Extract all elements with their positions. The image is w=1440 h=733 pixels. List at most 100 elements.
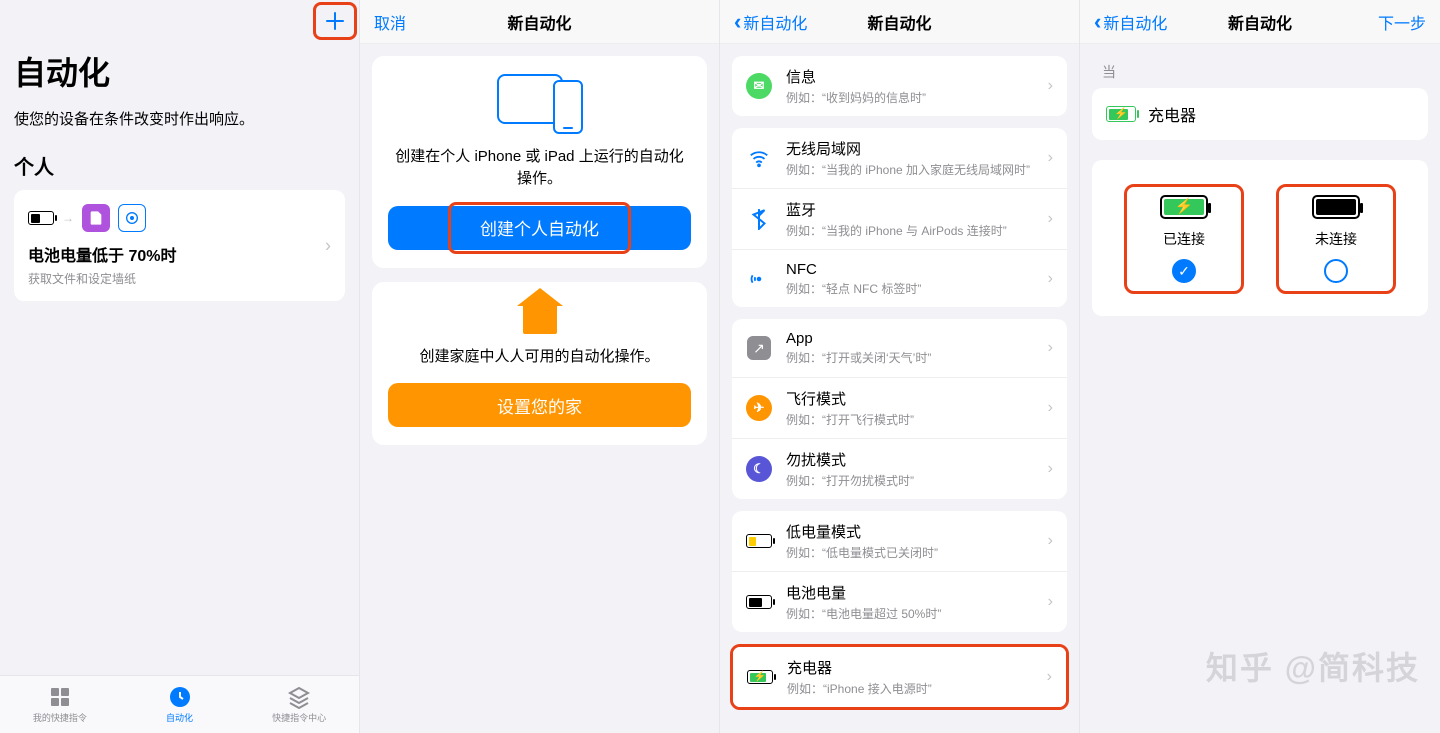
clock-icon	[168, 685, 192, 709]
tab-automation[interactable]: 自动化	[120, 676, 240, 733]
app-icon: ↗	[747, 336, 771, 360]
add-automation-button[interactable]	[317, 6, 353, 36]
setup-home-button[interactable]: 设置您的家	[388, 383, 691, 427]
row-sub: 例如：“当我的 iPhone 加入家庭无线局域网时”	[786, 161, 1048, 178]
row-title: 飞行模式	[786, 388, 1048, 409]
tab-bar: 我的快捷指令 自动化 快捷指令中心	[0, 675, 359, 733]
highlight-charger: ⚡ 充电器例如：“iPhone 接入电源时” ›	[730, 644, 1069, 710]
files-icon	[82, 204, 110, 232]
row-sub: 例如：“打开勿扰模式时”	[786, 472, 1048, 489]
page-title: 自动化	[14, 48, 345, 94]
wifi-icon	[746, 145, 772, 171]
trigger-bluetooth[interactable]: 蓝牙例如：“当我的 iPhone 与 AirPods 连接时” ›	[732, 188, 1067, 249]
row-title: NFC	[786, 261, 1048, 278]
chevron-left-icon: ‹	[1094, 11, 1101, 33]
tab-shortcuts[interactable]: 我的快捷指令	[0, 676, 120, 733]
trigger-battery-level[interactable]: 电池电量例如：“电池电量超过 50%时” ›	[732, 571, 1067, 632]
nav-title: 新自动化	[867, 10, 931, 34]
trigger-label: 充电器	[1148, 102, 1196, 126]
trigger-dnd[interactable]: ☾ 勿扰模式例如：“打开勿扰模式时” ›	[732, 438, 1067, 499]
create-personal-button[interactable]: 创建个人自动化	[388, 206, 691, 250]
nav-bar: ‹新自动化 新自动化 下一步	[1080, 0, 1440, 44]
row-sub: 例如：“iPhone 接入电源时”	[787, 680, 1047, 697]
row-sub: 例如：“低电量模式已关闭时”	[786, 544, 1048, 561]
nav-title: 新自动化	[507, 10, 571, 34]
trigger-group-connectivity: 无线局域网例如：“当我的 iPhone 加入家庭无线局域网时” › 蓝牙例如：“…	[732, 128, 1067, 307]
chevron-right-icon: ›	[1048, 270, 1053, 288]
plus-icon	[323, 9, 347, 33]
battery-icon	[28, 211, 54, 225]
radio-checked-icon: ✓	[1172, 259, 1196, 283]
battery-charging-icon: ⚡	[747, 670, 773, 684]
option-label: 已连接	[1163, 229, 1205, 249]
battery-connected-icon: ⚡	[1160, 195, 1208, 219]
home-desc: 创建家庭中人人可用的自动化操作。	[388, 346, 691, 368]
screen-charger-config: ‹新自动化 新自动化 下一步 当 ⚡ 充电器 ⚡ 已连接 ✓ 未连接	[1080, 0, 1440, 733]
radio-unchecked-icon	[1324, 259, 1348, 283]
tab-gallery[interactable]: 快捷指令中心	[239, 676, 359, 733]
option-connected[interactable]: ⚡ 已连接 ✓	[1124, 184, 1244, 294]
automation-card[interactable]: → 电池电量低于 70%时 获取文件和设定墙纸 ›	[14, 190, 345, 301]
cancel-button[interactable]: 取消	[374, 10, 406, 34]
chevron-right-icon: ›	[1048, 460, 1053, 478]
back-button[interactable]: ‹新自动化	[734, 10, 807, 34]
personal-automation-card: 创建在个人 iPhone 或 iPad 上运行的自动化操作。 创建个人自动化	[372, 56, 707, 268]
back-label: 新自动化	[1103, 10, 1167, 34]
battery-charging-icon: ⚡	[1106, 106, 1136, 122]
trigger-charger[interactable]: ⚡ 充电器例如：“iPhone 接入电源时” ›	[733, 647, 1066, 707]
chevron-right-icon: ›	[1048, 399, 1053, 417]
trigger-low-power[interactable]: 低电量模式例如：“低电量模式已关闭时” ›	[732, 511, 1067, 571]
next-button[interactable]: 下一步	[1378, 10, 1426, 34]
row-title: 勿扰模式	[786, 449, 1048, 470]
charger-options: ⚡ 已连接 ✓ 未连接	[1092, 160, 1428, 316]
automation-sub: 获取文件和设定墙纸	[28, 270, 331, 287]
row-sub: 例如：“轻点 NFC 标签时”	[786, 280, 1048, 297]
row-title: App	[786, 330, 1048, 347]
device-icon	[388, 74, 691, 134]
trigger-summary: ⚡ 充电器	[1092, 88, 1428, 140]
arrow-icon: →	[62, 211, 74, 225]
screen-trigger-list: ‹新自动化 新自动化 ✉ 信息例如：“收到妈妈的信息时” › 无线局域网例如：“	[720, 0, 1080, 733]
chevron-right-icon: ›	[1047, 668, 1052, 686]
battery-low-power-icon	[746, 534, 772, 548]
personal-desc: 创建在个人 iPhone 或 iPad 上运行的自动化操作。	[388, 146, 691, 190]
battery-full-icon	[1312, 195, 1360, 219]
screen-automation-list: 自动化 使您的设备在条件改变时作出响应。 个人 → 电池电量低于 70%时 获取…	[0, 0, 360, 733]
trigger-group-apps: ↗ App例如：“打开或关闭‘天气’时” › ✈ 飞行模式例如：“打开飞行模式时…	[732, 319, 1067, 499]
chevron-right-icon: ›	[1048, 532, 1053, 550]
row-sub: 例如：“打开飞行模式时”	[786, 411, 1048, 428]
bluetooth-icon	[746, 206, 772, 232]
screen-new-automation-type: 取消 新自动化 创建在个人 iPhone 或 iPad 上运行的自动化操作。 创…	[360, 0, 720, 733]
nav-bar: ‹新自动化 新自动化	[720, 0, 1079, 44]
back-button[interactable]: ‹新自动化	[1094, 10, 1167, 34]
trigger-messages[interactable]: ✉ 信息例如：“收到妈妈的信息时” ›	[732, 56, 1067, 116]
nav-bar: 取消 新自动化	[360, 0, 719, 44]
trigger-app[interactable]: ↗ App例如：“打开或关闭‘天气’时” ›	[732, 319, 1067, 377]
row-title: 无线局域网	[786, 138, 1048, 159]
automation-title: 电池电量低于 70%时	[28, 242, 331, 266]
row-sub: 例如：“收到妈妈的信息时”	[786, 89, 1048, 106]
trigger-group-battery: 低电量模式例如：“低电量模式已关闭时” › 电池电量例如：“电池电量超过 50%…	[732, 511, 1067, 632]
row-sub: 例如：“电池电量超过 50%时”	[786, 605, 1048, 622]
chevron-left-icon: ‹	[734, 11, 741, 33]
row-title: 低电量模式	[786, 521, 1048, 542]
row-title: 充电器	[787, 657, 1047, 678]
trigger-airplane[interactable]: ✈ 飞行模式例如：“打开飞行模式时” ›	[732, 377, 1067, 438]
chevron-right-icon: ›	[1048, 210, 1053, 228]
home-icon	[523, 304, 557, 334]
tab-label: 自动化	[166, 711, 193, 724]
trigger-wifi[interactable]: 无线局域网例如：“当我的 iPhone 加入家庭无线局域网时” ›	[732, 128, 1067, 188]
trigger-nfc[interactable]: NFC 例如：“轻点 NFC 标签时” ›	[732, 249, 1067, 307]
page-subtitle: 使您的设备在条件改变时作出响应。	[14, 108, 345, 129]
section-header-when: 当	[1080, 44, 1440, 88]
nfc-icon	[746, 266, 772, 292]
iphone-icon	[553, 80, 583, 134]
back-label: 新自动化	[743, 10, 807, 34]
nav-title: 新自动化	[1228, 10, 1292, 34]
row-title: 蓝牙	[786, 199, 1048, 220]
option-disconnected[interactable]: 未连接	[1276, 184, 1396, 294]
automation-icons: →	[28, 204, 331, 232]
row-title: 信息	[786, 66, 1048, 87]
row-sub: 例如：“打开或关闭‘天气’时”	[786, 349, 1048, 366]
section-header-personal: 个人	[14, 151, 345, 180]
